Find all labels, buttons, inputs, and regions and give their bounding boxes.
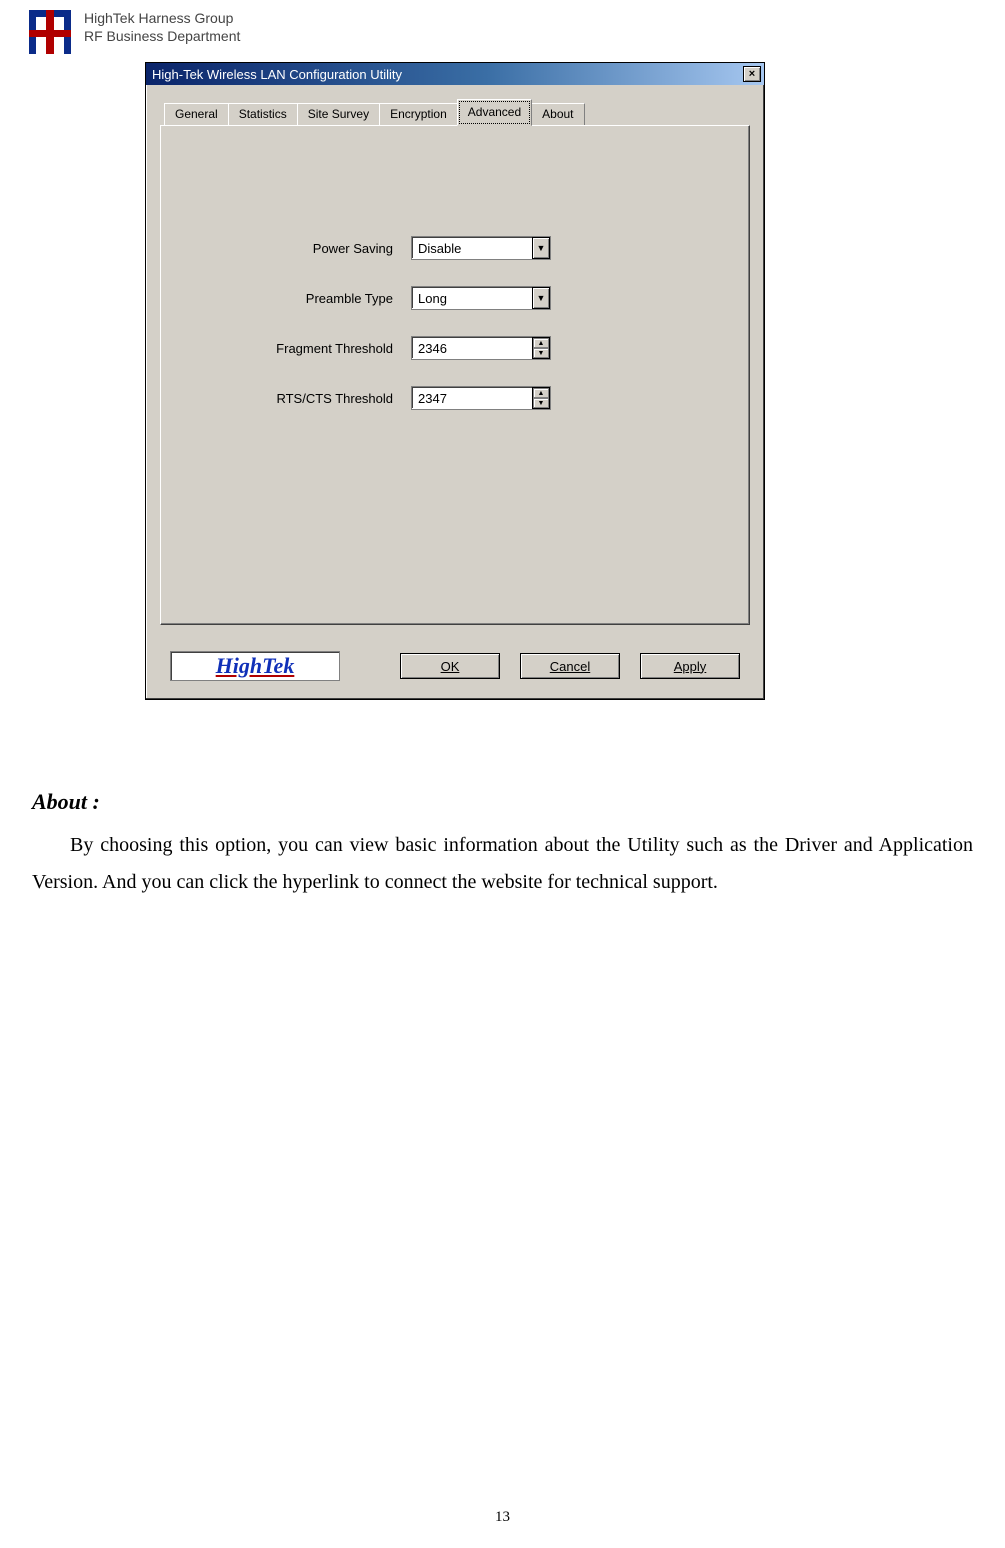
spin-value: 2347 [412, 391, 532, 406]
company-logo-icon [26, 8, 74, 56]
row-rts-cts-threshold: RTS/CTS Threshold 2347 ▲ ▼ [201, 386, 699, 410]
section-about: About : By choosing this option, you can… [32, 782, 973, 901]
spin-up-button[interactable]: ▲ [533, 388, 549, 398]
tab-statistics[interactable]: Statistics [228, 103, 298, 125]
department-name: RF Business Department [84, 28, 240, 46]
chevron-down-icon: ▼ [537, 293, 546, 303]
cancel-button[interactable]: Cancel [520, 653, 620, 679]
tab-label: Advanced [468, 105, 521, 119]
titlebar[interactable]: High-Tek Wireless LAN Configuration Util… [146, 63, 764, 85]
brand-text: HighTek [216, 653, 295, 679]
tab-label: Site Survey [308, 107, 369, 121]
company-name: HighTek Harness Group [84, 10, 240, 28]
tab-general[interactable]: General [164, 103, 229, 125]
spin-up-button[interactable]: ▲ [533, 338, 549, 348]
combo-preamble-type[interactable]: Long ▼ [411, 286, 551, 310]
button-label: Apply [674, 659, 707, 674]
ok-button[interactable]: OK [400, 653, 500, 679]
tab-encryption[interactable]: Encryption [379, 103, 458, 125]
spin-down-button[interactable]: ▼ [533, 398, 549, 408]
button-label: Cancel [550, 659, 590, 674]
tab-label: Encryption [390, 107, 447, 121]
doc-header-text: HighTek Harness Group RF Business Depart… [84, 10, 240, 45]
dropdown-button[interactable]: ▼ [532, 287, 550, 309]
dropdown-button[interactable]: ▼ [532, 237, 550, 259]
row-power-saving: Power Saving Disable ▼ [201, 236, 699, 260]
button-label: OK [441, 659, 460, 674]
close-icon: × [749, 69, 755, 80]
spin-fragment-threshold[interactable]: 2346 ▲ ▼ [411, 336, 551, 360]
chevron-down-icon: ▼ [538, 350, 545, 357]
label-fragment-threshold: Fragment Threshold [201, 341, 411, 356]
row-preamble-type: Preamble Type Long ▼ [201, 286, 699, 310]
label-preamble-type: Preamble Type [201, 291, 411, 306]
close-button[interactable]: × [743, 66, 761, 82]
row-fragment-threshold: Fragment Threshold 2346 ▲ ▼ [201, 336, 699, 360]
apply-button[interactable]: Apply [640, 653, 740, 679]
tab-label: About [542, 107, 573, 121]
section-heading: About : [32, 782, 973, 823]
tabstrip: General Statistics Site Survey Encryptio… [164, 99, 750, 125]
window-title: High-Tek Wireless LAN Configuration Util… [152, 67, 402, 82]
tab-advanced[interactable]: Advanced [457, 99, 532, 126]
combo-power-saving[interactable]: Disable ▼ [411, 236, 551, 260]
tab-label: Statistics [239, 107, 287, 121]
label-power-saving: Power Saving [201, 241, 411, 256]
tab-site-survey[interactable]: Site Survey [297, 103, 380, 125]
doc-header: HighTek Harness Group RF Business Depart… [26, 8, 240, 56]
spin-buttons[interactable]: ▲ ▼ [532, 337, 550, 359]
brand-logo[interactable]: HighTek [170, 651, 340, 681]
config-utility-dialog: High-Tek Wireless LAN Configuration Util… [145, 62, 765, 700]
spin-value: 2346 [412, 341, 532, 356]
chevron-down-icon: ▼ [537, 243, 546, 253]
label-rts-cts-threshold: RTS/CTS Threshold [201, 391, 411, 406]
tabpanel-advanced: Power Saving Disable ▼ Preamble Type Lon… [160, 125, 750, 625]
combo-value: Long [412, 291, 532, 306]
combo-value: Disable [412, 241, 532, 256]
dialog-button-row: HighTek OK Cancel Apply [146, 651, 764, 681]
spin-down-button[interactable]: ▼ [533, 348, 549, 358]
tab-label: General [175, 107, 218, 121]
spin-buttons[interactable]: ▲ ▼ [532, 387, 550, 409]
chevron-down-icon: ▼ [538, 400, 545, 407]
tab-about[interactable]: About [531, 103, 584, 125]
section-paragraph: By choosing this option, you can view ba… [32, 827, 973, 901]
page-number: 13 [0, 1509, 1005, 1526]
chevron-up-icon: ▲ [538, 390, 545, 397]
spin-rts-cts-threshold[interactable]: 2347 ▲ ▼ [411, 386, 551, 410]
chevron-up-icon: ▲ [538, 340, 545, 347]
